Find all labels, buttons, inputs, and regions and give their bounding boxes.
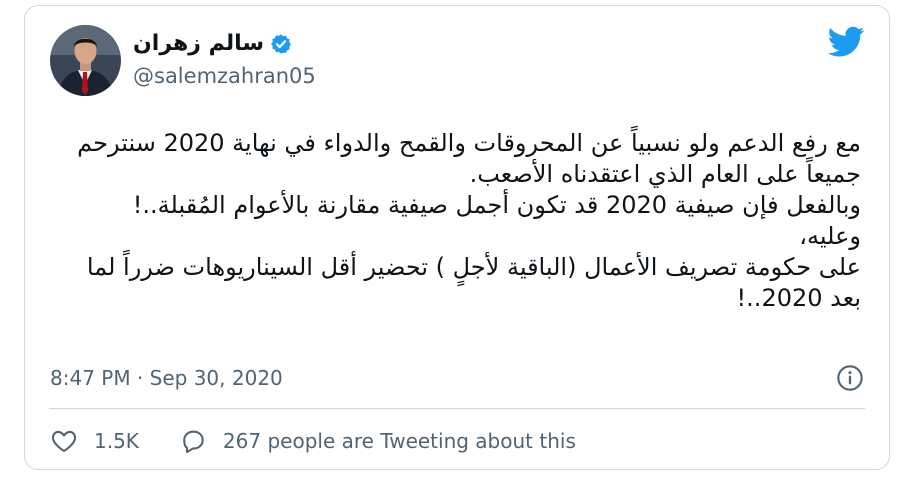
author-display-name[interactable]: سالم زهران: [133, 31, 264, 56]
like-count: 1.5K: [94, 429, 139, 453]
verified-badge-icon: [271, 33, 291, 54]
avatar[interactable]: [50, 25, 121, 96]
tweet-text: مع رفع الدعم ولو نسبياً عن المحروقات وال…: [51, 128, 861, 314]
tweeting-count-text: 267 people are Tweeting about this: [222, 429, 576, 453]
heart-icon: [51, 430, 77, 453]
tweet-line: بعد 2020..!: [736, 284, 861, 312]
author-handle[interactable]: @salemzahran05: [133, 64, 316, 88]
divider: [49, 408, 865, 409]
tweeting-about-button[interactable]: 267 people are Tweeting about this: [179, 427, 576, 455]
tweet-line: جميعاً على العام الذي اعتقدناه الأصعب.: [469, 160, 861, 188]
info-icon[interactable]: [836, 364, 864, 392]
tweet-card: سالم زهران @salemzahran05 مع رفع الدعم و…: [24, 5, 890, 470]
tweet-line: وعليه،: [799, 222, 861, 250]
like-button[interactable]: 1.5K: [50, 427, 139, 455]
tweet-line: مع رفع الدعم ولو نسبياً عن المحروقات وال…: [77, 129, 861, 157]
author-name-row: سالم زهران: [133, 31, 292, 56]
engagement-bar: 1.5K 267 people are Tweeting about this: [50, 427, 576, 455]
twitter-bird-icon[interactable]: [828, 26, 865, 58]
speech-bubble-icon: [183, 430, 204, 454]
tweet-timestamp[interactable]: 8:47 PM · Sep 30, 2020: [50, 366, 283, 390]
tweet-line: وبالفعل فإن صيفية 2020 قد تكون أجمل صيفي…: [132, 191, 861, 219]
tweet-line: على حكومة تصريف الأعمال (الباقية لأجلٍ )…: [86, 253, 861, 281]
